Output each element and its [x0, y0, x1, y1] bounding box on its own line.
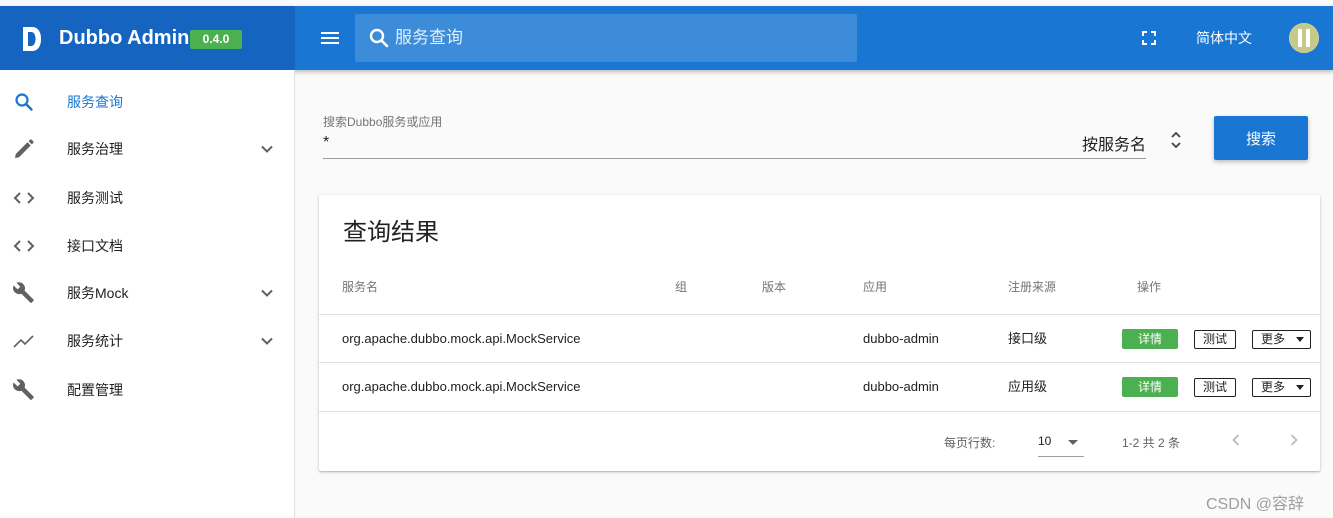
sidebar-item-service-search[interactable]: 服务查询 [0, 78, 294, 126]
detail-button[interactable]: 详情 [1122, 329, 1178, 349]
column-header-service[interactable]: 服务名 [342, 278, 378, 295]
sidebar-item-label: 服务Mock [67, 285, 129, 301]
more-button[interactable]: 更多 [1252, 330, 1311, 349]
service-search-input[interactable] [323, 130, 1043, 156]
cell-source: 应用级 [1008, 379, 1048, 394]
wrench-icon [13, 379, 34, 400]
results-title: 查询结果 [343, 219, 439, 246]
fullscreen-icon[interactable] [1137, 26, 1161, 50]
chevron-down-icon [261, 289, 273, 297]
search-type-select[interactable]: 按服务名 [1082, 131, 1146, 155]
cell-service: org.apache.dubbo.mock.api.MockService [342, 379, 581, 394]
sidebar-item-label: 接口文档 [67, 238, 123, 254]
search-icon [369, 28, 389, 48]
chevron-down-icon [261, 337, 273, 345]
sidebar-item-label: 服务统计 [67, 333, 123, 349]
avatar-image-icon [1289, 23, 1319, 53]
unfold-icon[interactable] [1166, 128, 1186, 152]
cell-source: 接口级 [1008, 331, 1048, 346]
watermark: CSDN @容辞 [1206, 496, 1305, 513]
language-switcher[interactable]: 简体中文 [1180, 26, 1268, 50]
trending-up-icon [13, 335, 34, 348]
sidebar: 服务查询 服务治理 服务测试 接口文档 服务Mock 服务统计 配置管理 [0, 70, 295, 518]
detail-button[interactable]: 详情 [1122, 377, 1178, 397]
column-header-app[interactable]: 应用 [863, 278, 887, 295]
caret-down-icon [1296, 385, 1304, 390]
sidebar-item-label: 配置管理 [67, 382, 123, 398]
global-search-input[interactable] [395, 14, 845, 62]
app-title: Dubbo Admin [59, 27, 190, 49]
sidebar-item-service-test[interactable]: 服务测试 [0, 174, 294, 222]
cell-app: dubbo-admin [863, 331, 939, 346]
caret-down-icon [1296, 337, 1304, 342]
sidebar-item-service-governance[interactable]: 服务治理 [0, 125, 294, 173]
caret-down-icon [1068, 440, 1078, 445]
more-button[interactable]: 更多 [1252, 378, 1311, 397]
avatar[interactable] [1289, 23, 1319, 53]
rows-per-page-select[interactable]: 10 [1038, 427, 1084, 457]
sidebar-item-label: 服务查询 [67, 94, 123, 110]
chevron-right-icon[interactable] [1284, 430, 1304, 450]
search-icon [15, 93, 33, 111]
cell-app: dubbo-admin [863, 379, 939, 394]
test-button[interactable]: 测试 [1194, 378, 1236, 397]
row-divider [319, 411, 1320, 412]
dubbo-logo-icon [23, 27, 41, 51]
code-icon [13, 192, 35, 204]
menu-icon[interactable] [317, 26, 343, 50]
sidebar-item-config-management[interactable]: 配置管理 [0, 366, 294, 414]
wrench-icon [13, 282, 34, 303]
rows-per-page-label: 每页行数: [944, 436, 996, 450]
search-field-label: 搜索Dubbo服务或应用 [323, 115, 443, 129]
cell-service: org.apache.dubbo.mock.api.MockService [342, 331, 581, 346]
column-header-version[interactable]: 版本 [762, 278, 786, 295]
top-app-bar: Dubbo Admin 0.4.0 简体中文 [0, 6, 1333, 70]
pencil-icon [15, 139, 34, 158]
column-header-group[interactable]: 组 [675, 278, 687, 295]
sidebar-item-label: 服务治理 [67, 141, 123, 157]
more-button-label: 更多 [1261, 332, 1286, 346]
version-badge: 0.4.0 [190, 30, 242, 49]
rows-per-page-value: 10 [1038, 434, 1052, 448]
sidebar-item-service-stats[interactable]: 服务统计 [0, 317, 294, 365]
test-button[interactable]: 测试 [1194, 330, 1236, 349]
header-divider [319, 314, 1320, 315]
sidebar-item-service-mock[interactable]: 服务Mock [0, 269, 294, 317]
results-card: 查询结果 服务名 组 版本 应用 注册来源 操作 org.apache.dubb… [319, 195, 1320, 471]
pagination-range: 1-2 共 2 条 [1122, 436, 1181, 450]
chevron-down-icon [261, 145, 273, 153]
sidebar-item-api-docs[interactable]: 接口文档 [0, 222, 294, 270]
code-icon [13, 240, 35, 252]
chevron-left-icon[interactable] [1226, 430, 1246, 450]
brand: Dubbo Admin 0.4.0 [0, 6, 295, 70]
row-divider [319, 362, 1320, 363]
column-header-actions: 操作 [1137, 280, 1162, 294]
service-search-form: 搜索Dubbo服务或应用 [323, 112, 1146, 160]
column-header-source[interactable]: 注册来源 [1008, 278, 1056, 295]
more-button-label: 更多 [1261, 380, 1286, 394]
global-search [355, 14, 857, 62]
input-underline [323, 158, 1146, 159]
sidebar-item-label: 服务测试 [67, 190, 123, 206]
search-button[interactable]: 搜索 [1214, 116, 1308, 160]
